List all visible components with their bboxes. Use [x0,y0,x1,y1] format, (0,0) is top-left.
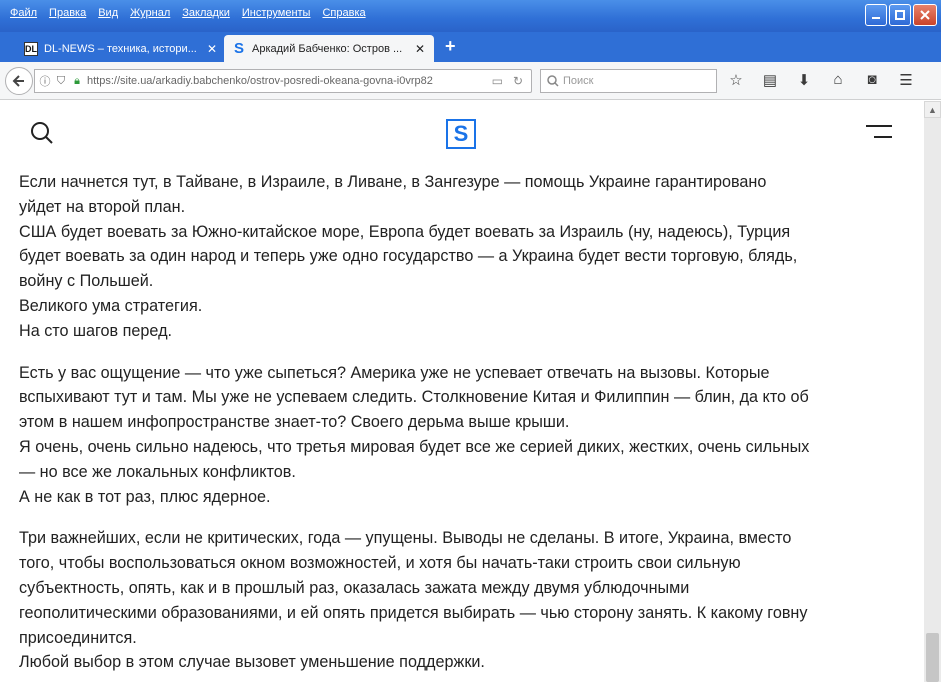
window-titlebar: Файл Правка Вид Журнал Закладки Инструме… [0,0,941,32]
scrollbar-thumb[interactable] [926,633,939,682]
vertical-scrollbar[interactable]: ▲ [924,101,941,682]
article-text-line: На сто шагов перед. [19,321,173,340]
article-text-line: будет воевать за один народ и теперь уже… [19,247,798,266]
article-text-line: субъектность, опять, как и в прошлый раз… [19,578,690,597]
page-content: S Если начнется тут, в Тайване, в Израил… [0,101,924,682]
menu-tools[interactable]: Инструменты [236,6,317,20]
site-s-favicon: S [233,40,244,57]
close-window-button[interactable] [913,4,937,26]
menu-edit[interactable]: Правка [43,6,92,20]
info-icon[interactable]: ⓘ [39,73,51,89]
menu-help[interactable]: Справка [316,6,371,20]
maximize-icon [895,10,905,20]
scroll-up-icon[interactable]: ▲ [924,101,941,118]
tab-dl-news[interactable]: DL DL-NEWS – техника, истори... ✕ [16,35,226,62]
article-paragraph: Есть у вас ощущение — что уже сыпеться? … [19,361,909,510]
pocket-icon[interactable]: ◙ [862,71,882,89]
menu-bookmarks[interactable]: Закладки [176,6,236,20]
reader-view-icon[interactable]: ▭ [492,74,503,88]
article-text-line: Есть у вас ощущение — что уже сыпеться? … [19,363,770,382]
article-text-line: Если начнется тут, в Тайване, в Израиле,… [19,173,767,191]
article-text-line: войну с Польшей. [19,272,154,291]
article-paragraph: Три важнейших, если не критических, года… [19,526,909,675]
url-text[interactable]: https://site.ua/arkadiy.babchenko/ostrov… [87,75,488,87]
article-text-line: присоединится. [19,628,137,647]
article-text-line: геополитическими образованиями, и ей опя… [19,603,808,622]
back-arrow-icon [12,75,24,87]
navigation-toolbar: ⓘ ⛉ 🔒︎ https://site.ua/arkadiy.babchenko… [0,62,941,100]
article-text-line: Я очень, очень сильно надеюсь, что треть… [19,437,810,456]
window-controls [865,4,937,26]
reload-icon[interactable]: ↻ [513,74,523,88]
tab-close-icon[interactable]: ✕ [206,42,218,56]
tab-babchenko[interactable]: S Аркадий Бабченко: Остров ... ✕ [224,35,434,62]
article-text-line: того, чтобы воспользоваться окном возмож… [19,554,741,573]
dl-news-favicon: DL [24,41,38,56]
article-text-line: — но все же локальных конфликтов. [19,462,296,481]
tab-title: DL-NEWS – техника, истори... [44,42,197,55]
article-body: Если начнется тут, в Тайване, в Израиле,… [19,170,909,682]
site-search-icon[interactable] [30,121,54,145]
article-text-line: Три важнейших, если не критических, года… [19,529,792,548]
minimize-icon [872,17,880,19]
close-icon [920,10,930,20]
article-text-line: уйдет на второй план. [19,197,186,216]
back-button[interactable] [5,67,33,95]
article-paragraph: Если начнется тут, в Тайване, в Израиле,… [19,170,909,344]
minimize-button[interactable] [865,4,887,26]
new-tab-button[interactable]: + [445,36,456,57]
url-bar[interactable]: ⓘ ⛉ 🔒︎ https://site.ua/arkadiy.babchenko… [34,69,532,93]
shield-icon[interactable]: ⛉ [55,75,67,88]
article-text-line: Великого ума стратегия. [19,296,203,315]
search-icon [547,75,559,87]
tab-title: Аркадий Бабченко: Остров ... [252,42,403,55]
site-menu-icon[interactable] [866,125,892,138]
article-text-line: А не как в тот раз, плюс ядерное. [19,487,271,506]
menu-hamburger-icon[interactable]: ☰ [896,71,916,89]
article-text-line: Любой выбор в этом случае вызовет уменьш… [19,653,485,672]
site-logo[interactable]: S [446,119,476,149]
article-text-line: этом в нашем инфопространстве знает-то? … [19,413,570,432]
lock-icon[interactable]: 🔒︎ [71,75,83,88]
search-bar[interactable]: Поиск [540,69,717,93]
library-icon[interactable]: ▤ [760,71,780,89]
tab-close-icon[interactable]: ✕ [414,42,426,56]
menu-file[interactable]: Файл [4,6,43,20]
toolbar-icons: ☆ ▤ ⬇ ⌂ ◙ ☰ [726,71,916,89]
menu-bar: Файл Правка Вид Журнал Закладки Инструме… [4,6,372,20]
bookmark-star-icon[interactable]: ☆ [726,71,746,89]
home-icon[interactable]: ⌂ [828,71,848,89]
search-placeholder: Поиск [563,75,594,87]
maximize-button[interactable] [889,4,911,26]
menu-history[interactable]: Журнал [124,6,176,20]
tab-strip: DL DL-NEWS – техника, истори... ✕ S Арка… [0,32,941,62]
article-text-line: вспыхивают тут и там. Мы уже не успеваем… [19,388,809,407]
site-header: S [0,101,924,163]
article-text-line: США будет воевать за Южно-китайское море… [19,222,791,241]
menu-view[interactable]: Вид [92,6,124,20]
download-icon[interactable]: ⬇ [794,71,814,89]
